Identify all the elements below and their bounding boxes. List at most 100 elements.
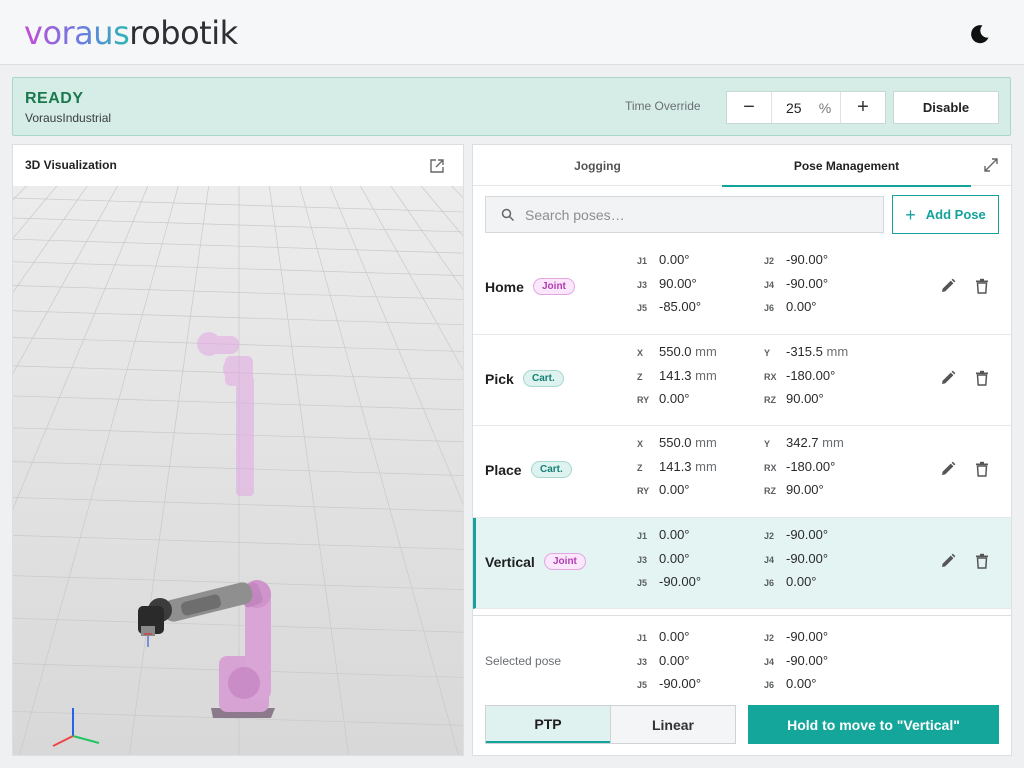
ptp-button[interactable]: PTP — [486, 706, 610, 743]
value-key: RX — [764, 371, 777, 382]
pose-value: J2 -90.00° — [764, 629, 904, 649]
robot-state: READY — [25, 90, 84, 107]
edit-pencil-icon[interactable] — [939, 552, 957, 570]
value-number: -90.00° — [786, 550, 829, 566]
value-number: 90.00° — [786, 390, 824, 406]
edit-pencil-icon[interactable] — [939, 460, 957, 478]
value-key: J4 — [764, 280, 775, 290]
pose-value: J2 -90.00° — [764, 527, 904, 547]
pose-type-badge: Joint — [544, 552, 586, 570]
value-number: 0.00° — [659, 653, 690, 668]
value-number: 0.00° — [659, 390, 690, 406]
pose-search-input[interactable] — [525, 206, 865, 223]
pose-name: Home — [485, 279, 524, 295]
value-number: -90.00° — [659, 676, 702, 691]
search-icon — [501, 208, 515, 221]
value-number: 550.0 — [659, 435, 692, 450]
pose-value: J6 0.00° — [764, 299, 904, 319]
visualization-title: 3D Visualization — [25, 158, 117, 172]
value-key: Y — [764, 347, 771, 358]
value-key: J3 — [637, 657, 648, 667]
pose-value: J4 -90.00° — [764, 551, 904, 571]
value-number: 141.3 — [659, 459, 692, 474]
pose-row[interactable]: Vertical Joint J1 0.00° J2 -90.00° J3 0.00° J4 -9… — [473, 517, 1011, 609]
pose-value: RZ 90.00° — [764, 482, 904, 502]
pose-row[interactable]: Pick Cart. X 550.0 mm Y -315.5 mm Z 141.3 mm RX -… — [473, 335, 1011, 426]
pose-value: J1 0.00° — [637, 629, 777, 649]
delete-trash-icon[interactable] — [973, 460, 991, 478]
value-number: -90.00° — [786, 276, 829, 291]
disable-button[interactable]: Disable — [893, 91, 999, 124]
pose-type-badge: Cart. — [531, 461, 572, 478]
value-number: 342.7 — [786, 435, 819, 450]
delete-trash-icon[interactable] — [973, 552, 991, 570]
value-key: RZ — [764, 394, 776, 405]
add-pose-button[interactable]: + Add Pose — [892, 195, 999, 234]
edit-pencil-icon[interactable] — [939, 369, 957, 387]
value-number: -90.00° — [786, 526, 829, 542]
value-key: J4 — [764, 657, 775, 667]
pose-row[interactable]: Home Joint J1 0.00° J2 -90.00° J3 90.00° J4 -90.0… — [473, 243, 1011, 335]
delete-trash-icon[interactable] — [973, 369, 991, 387]
selected-pose-label: Selected pose — [485, 654, 562, 668]
tab-pose-management[interactable]: Pose Management — [722, 145, 971, 187]
pose-value: Y -315.5 mm — [764, 344, 904, 364]
pose-value: J6 0.00° — [764, 574, 904, 594]
pose-value: J3 0.00° — [637, 551, 777, 571]
open-external-icon[interactable] — [428, 157, 446, 175]
robot-3d-viewport[interactable] — [13, 186, 464, 756]
value-key: J6 — [764, 680, 775, 690]
pose-type-badge: Joint — [533, 278, 575, 295]
edit-pencil-icon[interactable] — [939, 277, 957, 295]
pose-name: Pick — [485, 370, 514, 387]
value-number: -90.00° — [786, 252, 829, 267]
pose-value: RY 0.00° — [637, 482, 777, 502]
pose-list: Home Joint J1 0.00° J2 -90.00° J3 90.00° J4 -90.0… — [473, 243, 1011, 609]
robot-status-bar: READY VorausIndustrial Time Override − 2… — [12, 77, 1011, 136]
value-key: J5 — [637, 680, 648, 690]
value-number: 0.00° — [659, 252, 690, 267]
value-key: J2 — [764, 530, 775, 541]
top-bar: vorausrobotik — [0, 0, 1024, 65]
value-number: -85.00° — [659, 299, 702, 314]
pose-value: RY 0.00° — [637, 391, 777, 411]
value-key: X — [637, 439, 644, 449]
value-key: J6 — [764, 577, 775, 588]
value-number: 90.00° — [786, 482, 824, 497]
value-number: 0.00° — [659, 526, 690, 542]
add-pose-label: Add Pose — [925, 207, 986, 222]
expand-icon[interactable] — [983, 157, 999, 173]
value-key: J2 — [764, 256, 775, 266]
value-key: J1 — [637, 256, 648, 266]
value-number: 0.00° — [659, 482, 690, 497]
value-key: J3 — [637, 280, 648, 290]
pose-row[interactable]: Place Cart. X 550.0 mm Y 342.7 mm Z 141.3 mm RX -… — [473, 426, 1011, 518]
tab-jogging[interactable]: Jogging — [473, 145, 722, 186]
value-key: RY — [637, 394, 650, 405]
time-override-stepper: − 25 % + — [726, 91, 886, 124]
value-key: J5 — [637, 303, 648, 313]
override-unit: % — [818, 99, 832, 116]
pose-value: Y 342.7 mm — [764, 435, 904, 455]
linear-button[interactable]: Linear — [610, 706, 735, 743]
value-number: 0.00° — [786, 676, 817, 691]
hold-to-move-button[interactable]: Hold to move to "Vertical" — [748, 705, 999, 744]
override-value-field[interactable]: 25 % — [772, 92, 840, 123]
value-number: 0.00° — [786, 299, 817, 314]
override-increase-button[interactable]: + — [840, 92, 885, 123]
value-number: -180.00° — [786, 459, 836, 474]
moon-icon[interactable] — [966, 20, 994, 48]
value-number: -90.00° — [786, 629, 829, 644]
override-value[interactable]: 25 — [781, 100, 807, 116]
robot-name: VorausIndustrial — [25, 111, 112, 125]
delete-trash-icon[interactable] — [973, 277, 991, 295]
pose-value: X 550.0 mm — [637, 435, 777, 455]
value-number: 550.0 — [659, 343, 692, 359]
plus-icon: + — [905, 204, 916, 225]
time-override-label: Time Override — [625, 99, 701, 113]
override-decrease-button[interactable]: − — [727, 92, 772, 123]
value-unit: mm — [826, 343, 849, 359]
selected-pose-area: Selected pose J1 0.00° J2 -90.00° J3 0.00° J4 -… — [473, 615, 1011, 755]
pose-value: J6 0.00° — [764, 676, 904, 696]
pose-value: J4 -90.00° — [764, 653, 904, 673]
